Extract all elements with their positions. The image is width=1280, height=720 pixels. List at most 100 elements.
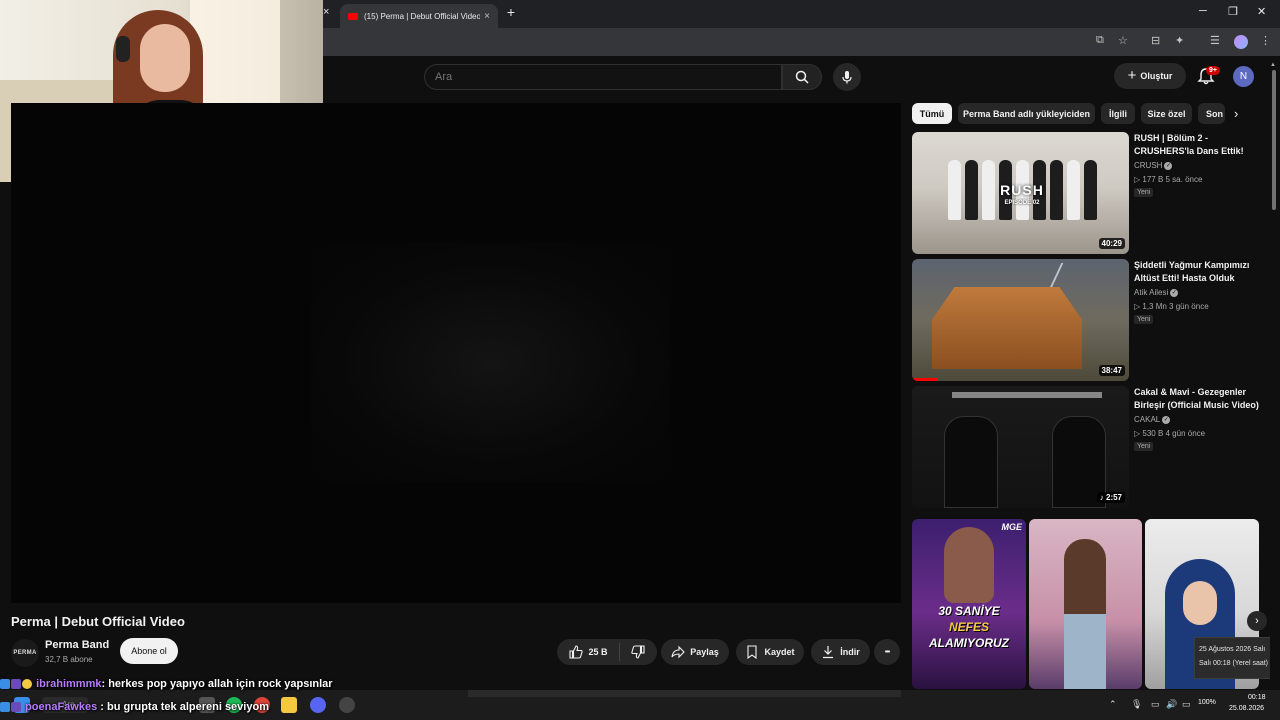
recommendation-item[interactable]: ♪ 2:57 Cakal & Mavi - Gezegenler Birleşi… <box>912 386 1262 508</box>
tray-speaker-icon[interactable]: 🔊 <box>1166 699 1177 710</box>
address-bar[interactable] <box>320 31 1220 53</box>
artist-figure <box>944 416 998 508</box>
recommendation-item[interactable]: RUSH EPISODE 02 40:29 RUSH | Bölüm 2 - C… <box>912 132 1262 254</box>
folder-icon[interactable] <box>281 697 297 713</box>
video-duration: 38:47 <box>1098 365 1125 376</box>
recommendation-item[interactable]: 38:47 Şiddetli Yağmur Kampımızı Altüst E… <box>912 259 1262 381</box>
tray-chevron-icon[interactable]: ⌃ <box>1109 699 1117 710</box>
download-label: İndir <box>840 647 860 657</box>
search-box[interactable] <box>424 64 782 90</box>
like-count[interactable]: 25 B <box>588 647 607 657</box>
dislike-icon[interactable] <box>630 645 645 659</box>
like-icon[interactable] <box>569 645 584 659</box>
obs-icon[interactable] <box>339 697 355 713</box>
clock-date[interactable]: 25.08.2026 <box>1229 705 1264 712</box>
tray-display-icon[interactable]: ▭ <box>1151 699 1160 710</box>
translate-icon[interactable]: ⊟ <box>1151 34 1160 47</box>
chat-message: ibrahimmmk: herkes pop yapıyo allah için… <box>0 678 333 690</box>
bookmark-star-icon[interactable]: ☆ <box>1118 34 1128 47</box>
previous-tab-close-icon[interactable]: × <box>323 6 329 18</box>
window-close-icon[interactable]: ✕ <box>1257 5 1266 18</box>
search-icon <box>795 70 809 84</box>
vip-badge-icon <box>22 679 32 690</box>
recommendation-channel[interactable]: Atik Ailesi ✓ <box>1134 288 1179 297</box>
new-badge: Yeni <box>1134 315 1154 324</box>
tray-mic-icon[interactable]: 🎙 <box>1131 699 1142 710</box>
channel-name: Atik Ailesi <box>1134 288 1169 297</box>
channel-name[interactable]: Perma Band <box>45 639 109 651</box>
platform-badge-icon <box>0 679 10 690</box>
restore-icon[interactable]: ❐ <box>1228 5 1238 18</box>
video-thumbnail[interactable]: ♪ 2:57 <box>912 386 1129 508</box>
verified-icon: ✓ <box>1164 161 1173 170</box>
account-avatar[interactable]: N <box>1233 66 1254 87</box>
browser-menu-icon[interactable]: ⋮ <box>1260 34 1271 47</box>
recommendation-title[interactable]: RUSH | Bölüm 2 - CRUSHERS'la Dans Ettik! <box>1134 132 1262 158</box>
short-person <box>944 527 994 603</box>
headset-icon <box>116 36 130 62</box>
short-caption-line: 30 SANİYE <box>938 604 1000 618</box>
chip-from-uploader[interactable]: Perma Band adlı yükleyiciden <box>958 103 1095 124</box>
video-player[interactable] <box>11 103 901 603</box>
new-badge: Yeni <box>1134 442 1154 451</box>
tray-battery-icon[interactable]: ▭ <box>1182 699 1191 710</box>
search-button[interactable] <box>782 64 822 90</box>
media-controls-icon[interactable]: ☰ <box>1210 34 1220 47</box>
page-scrollbar[interactable]: ▲ <box>1270 62 1278 690</box>
extensions-icon[interactable]: ✦ <box>1175 34 1184 47</box>
video-frame <box>311 243 671 483</box>
minimize-icon[interactable]: ─ <box>1199 5 1207 17</box>
like-divider <box>618 643 620 661</box>
chips-next-chevron-icon[interactable]: › <box>1234 106 1238 121</box>
save-button[interactable]: Kaydet <box>736 639 804 665</box>
new-tab-button[interactable]: + <box>503 5 519 21</box>
create-button[interactable]: + Oluştur <box>1114 63 1186 89</box>
chat-text: : bu grupta tek alpereni seviyom <box>97 701 269 713</box>
shorts-next-button[interactable]: › <box>1247 611 1267 631</box>
webcam-person-face <box>140 24 190 92</box>
download-icon <box>823 646 834 659</box>
chat-username: poenaFawkes <box>25 701 98 713</box>
chat-badges <box>0 678 33 690</box>
tab-close-icon[interactable]: × <box>484 11 490 22</box>
browser-tab-active[interactable]: (15) Perma | Debut Official Video × <box>340 4 498 28</box>
browser-profile-avatar[interactable] <box>1234 35 1248 49</box>
notification-badge: 9+ <box>1206 66 1220 75</box>
chip-for-you[interactable]: Size özel <box>1141 103 1192 124</box>
subscribe-button[interactable]: Abone ol <box>120 638 178 664</box>
install-app-icon[interactable]: ⧉ <box>1096 34 1104 47</box>
verified-icon: ✓ <box>1170 288 1179 297</box>
watch-progress-bar <box>912 378 937 381</box>
recommendation-title[interactable]: Cakal & Mavi - Gezegenler Birleşir (Offi… <box>1134 386 1262 412</box>
channel-avatar[interactable]: PERMA <box>11 639 39 667</box>
search-input[interactable] <box>435 71 771 83</box>
recommendation-channel[interactable]: CAKAL ✓ <box>1134 415 1171 424</box>
clock-time[interactable]: 00:18 <box>1248 694 1266 701</box>
recommendation-channel[interactable]: CRUSH ✓ <box>1134 161 1173 170</box>
more-actions-button[interactable]: ••• <box>874 639 900 665</box>
chip-recent[interactable]: Son <box>1198 103 1225 124</box>
video-thumbnail[interactable]: 38:47 <box>912 259 1129 381</box>
scrollbar-thumb[interactable] <box>1272 70 1276 210</box>
scroll-up-icon[interactable]: ▲ <box>1270 62 1276 68</box>
chip-all[interactable]: Tümü <box>912 103 952 124</box>
discord-icon[interactable] <box>310 697 326 713</box>
chip-related[interactable]: İlgili <box>1101 103 1135 124</box>
short-person-jeans <box>1064 614 1106 689</box>
short-thumbnail[interactable] <box>1029 519 1142 689</box>
bookmark-icon <box>747 645 758 659</box>
recommendation-meta: ▷ 177 B 5 sa. önce <box>1134 175 1203 184</box>
channel-name: CAKAL <box>1134 415 1161 424</box>
video-duration: 40:29 <box>1098 238 1125 249</box>
download-button[interactable]: İndir <box>811 639 870 665</box>
recommendation-title[interactable]: Şiddetli Yağmur Kampımızı Altüst Etti! H… <box>1134 259 1262 285</box>
video-thumbnail[interactable]: RUSH EPISODE 02 40:29 <box>912 132 1129 254</box>
plus-icon: + <box>1127 67 1137 84</box>
microphone-icon <box>842 71 852 84</box>
voice-search-button[interactable] <box>833 63 861 91</box>
tooltip-date: 25 Ağustos 2026 Salı <box>1199 646 1266 653</box>
short-person-face <box>1183 581 1217 625</box>
share-label: Paylaş <box>690 647 719 657</box>
short-thumbnail[interactable]: MGE 30 SANİYE NEFES ALAMIYORUZ <box>912 519 1026 689</box>
share-button[interactable]: Paylaş <box>661 639 729 665</box>
